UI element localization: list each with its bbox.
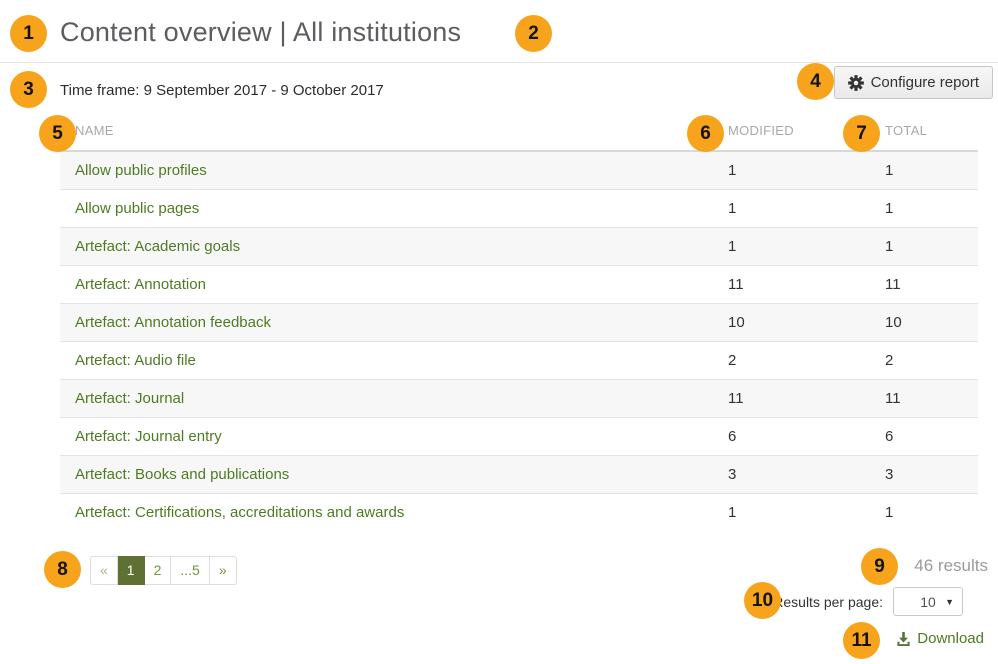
content-type-link[interactable]: Allow public pages	[75, 200, 199, 217]
total-count: 11	[870, 266, 978, 304]
table-row: Artefact: Journal 11 11	[60, 380, 978, 418]
content-type-link[interactable]: Artefact: Books and publications	[75, 466, 289, 483]
table-row: Allow public profiles 1 1	[60, 151, 978, 190]
pagination-next[interactable]: »	[210, 556, 237, 585]
callout-badge-5: 5	[39, 115, 76, 152]
callout-badge-2: 2	[515, 15, 552, 52]
total-count: 2	[870, 342, 978, 380]
pagination-prev[interactable]: «	[90, 556, 118, 585]
table-row: Artefact: Audio file 2 2	[60, 342, 978, 380]
callout-badge-4: 4	[797, 63, 834, 100]
results-per-page-row: Results per page: 10 ▼	[773, 587, 963, 616]
total-count: 3	[870, 456, 978, 494]
table-row: Artefact: Academic goals 1 1	[60, 228, 978, 266]
pagination-page-5[interactable]: ...5	[171, 556, 209, 585]
total-count: 1	[870, 190, 978, 228]
table-row: Artefact: Books and publications 3 3	[60, 456, 978, 494]
download-link[interactable]: Download	[896, 630, 984, 647]
download-label: Download	[917, 630, 984, 647]
table-row: Artefact: Certifications, accreditations…	[60, 494, 978, 532]
results-count: 46 results	[914, 556, 988, 576]
content-type-link[interactable]: Artefact: Journal	[75, 390, 184, 407]
configure-report-button[interactable]: Configure report	[834, 66, 993, 99]
modified-count: 1	[713, 190, 870, 228]
results-per-page-value: 10	[920, 594, 936, 610]
content-type-link[interactable]: Artefact: Journal entry	[75, 428, 222, 445]
callout-badge-9: 9	[861, 548, 898, 585]
callout-badge-3: 3	[10, 71, 47, 108]
column-header-total: Total	[870, 115, 978, 151]
results-per-page-label: Results per page:	[773, 594, 883, 610]
content-type-link[interactable]: Artefact: Audio file	[75, 352, 196, 369]
callout-badge-11: 11	[843, 622, 880, 659]
modified-count: 2	[713, 342, 870, 380]
page-header: Content overview | All institutions	[0, 0, 998, 63]
column-header-name: Name	[60, 115, 713, 151]
total-count: 10	[870, 304, 978, 342]
callout-badge-7: 7	[843, 115, 880, 152]
callout-badge-10: 10	[744, 582, 781, 619]
table-row: Artefact: Annotation 11 11	[60, 266, 978, 304]
table-header-row: Name Modified Total	[60, 115, 978, 151]
pagination: « 1 2 ...5 »	[90, 556, 237, 585]
content-overview-table: Name Modified Total Allow public profile…	[60, 115, 978, 531]
callout-badge-6: 6	[687, 115, 724, 152]
table-row: Artefact: Annotation feedback 10 10	[60, 304, 978, 342]
modified-count: 10	[713, 304, 870, 342]
content-type-link[interactable]: Artefact: Annotation feedback	[75, 314, 271, 331]
total-count: 1	[870, 228, 978, 266]
modified-count: 11	[713, 380, 870, 418]
callout-badge-8: 8	[44, 551, 81, 588]
modified-count: 11	[713, 266, 870, 304]
modified-count: 1	[713, 228, 870, 266]
content-type-link[interactable]: Artefact: Academic goals	[75, 238, 240, 255]
table-row: Artefact: Journal entry 6 6	[60, 418, 978, 456]
download-icon	[896, 631, 911, 646]
gear-icon	[848, 75, 864, 91]
total-count: 6	[870, 418, 978, 456]
modified-count: 1	[713, 494, 870, 532]
content-type-link[interactable]: Artefact: Annotation	[75, 276, 206, 293]
modified-count: 1	[713, 151, 870, 190]
total-count: 1	[870, 494, 978, 532]
total-count: 11	[870, 380, 978, 418]
modified-count: 3	[713, 456, 870, 494]
results-per-page-select[interactable]: 10 ▼	[893, 587, 963, 616]
configure-report-label: Configure report	[871, 74, 979, 91]
chevron-down-icon: ▼	[945, 597, 954, 607]
content-type-link[interactable]: Artefact: Certifications, accreditations…	[75, 504, 404, 521]
content-type-link[interactable]: Allow public profiles	[75, 162, 207, 179]
modified-count: 6	[713, 418, 870, 456]
callout-badge-1: 1	[10, 15, 47, 52]
pagination-page-2[interactable]: 2	[145, 556, 172, 585]
table-row: Allow public pages 1 1	[60, 190, 978, 228]
total-count: 1	[870, 151, 978, 190]
pagination-page-1[interactable]: 1	[118, 556, 145, 585]
